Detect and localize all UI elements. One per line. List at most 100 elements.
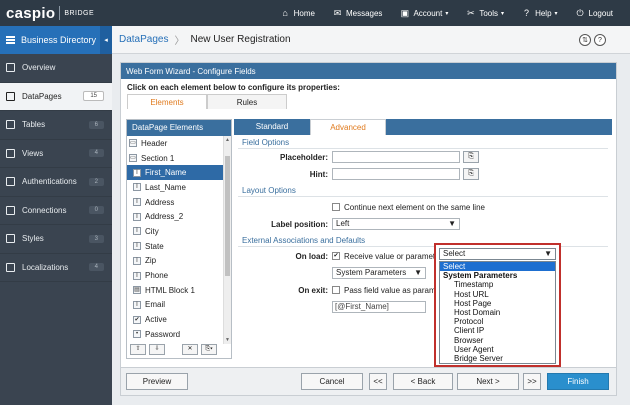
delete-element-button[interactable]: ✕ [182, 344, 198, 355]
scrollbar-thumb[interactable] [225, 156, 230, 276]
move-down-button[interactable]: ⇩ [149, 344, 165, 355]
sidebar-item-overview[interactable]: Overview [0, 54, 112, 83]
tab-standard[interactable]: Standard [234, 119, 310, 135]
parameter-select[interactable]: Select ▼ [439, 248, 556, 260]
move-up-button[interactable]: ⇧ [130, 344, 146, 355]
list-item[interactable]: • Password [127, 327, 223, 342]
sidebar-item-datapages[interactable]: DataPages 15 [0, 82, 112, 111]
element-label: Phone [145, 271, 169, 281]
back-button[interactable]: < Back [393, 373, 453, 390]
next-button[interactable]: Next > [457, 373, 519, 390]
count-badge: 4 [88, 149, 104, 158]
list-item[interactable]: I State [127, 239, 223, 254]
source-type-select[interactable]: System Parameters ▼ [332, 267, 426, 279]
tab-advanced[interactable]: Advanced [310, 119, 386, 135]
option-timestamp[interactable]: Timestamp [440, 280, 555, 289]
elements-scrollbar[interactable]: ▲ ▼ [223, 136, 231, 344]
sidebar-item-label: DataPages [22, 91, 62, 101]
sidebar-item-authentications[interactable]: Authentications 2 [0, 168, 112, 197]
label-position-label: Label position: [271, 219, 328, 229]
option-bridge-server[interactable]: Bridge Server [440, 354, 555, 363]
connections-icon [6, 205, 15, 215]
nav-messages[interactable]: ✉ Messages [324, 0, 391, 26]
finish-button[interactable]: Finish [547, 373, 609, 390]
label-position-select[interactable]: Left ▼ [332, 218, 460, 230]
label-position-value: Left [336, 219, 350, 228]
nav-messages-label: Messages [345, 8, 383, 18]
element-label: Header [141, 138, 168, 148]
top-nav: ⌂ Home ✉ Messages ▣ Account ▾ ✂ Tools ▾ … [272, 0, 622, 26]
option-host-domain[interactable]: Host Domain [440, 308, 555, 317]
sidebar-item-tables[interactable]: Tables 6 [0, 111, 112, 140]
sidebar-item-styles[interactable]: Styles 3 [0, 225, 112, 254]
list-item[interactable]: I Zip [127, 254, 223, 269]
option-browser[interactable]: Browser [440, 336, 555, 345]
preview-button[interactable]: Preview [126, 373, 188, 390]
option-host-page[interactable]: Host Page [440, 299, 555, 308]
list-item[interactable]: I Address [127, 195, 223, 210]
list-item[interactable]: I First_Name [127, 165, 223, 181]
list-item[interactable]: I Last_Name [127, 180, 223, 195]
sidebar-item-connections[interactable]: Connections 0 [0, 197, 112, 225]
account-icon: ▣ [400, 7, 410, 18]
insert-parameter-icon[interactable]: ⎘ [463, 168, 479, 180]
insert-parameter-icon[interactable]: ⎘ [463, 151, 479, 163]
list-item[interactable]: I Email [127, 298, 223, 313]
sync-icon[interactable]: ⇅ [579, 34, 591, 46]
parameter-name-input[interactable]: [@First_Name] [332, 301, 426, 313]
element-label: Zip [145, 256, 157, 266]
collapse-sidebar-button[interactable]: ◂ [100, 26, 112, 54]
nav-home-label: Home [293, 8, 315, 18]
hamburger-icon [6, 35, 15, 46]
tab-elements[interactable]: Elements [127, 94, 207, 109]
list-item[interactable]: ▤ HTML Block 1 [127, 283, 223, 298]
sidebar-item-localizations[interactable]: Localizations 4 [0, 254, 112, 282]
nav-tools[interactable]: ✂ Tools ▾ [457, 0, 513, 26]
hint-input[interactable] [332, 168, 460, 180]
continue-checkbox[interactable] [332, 203, 340, 211]
text-field-icon: I [133, 271, 141, 280]
option-protocol[interactable]: Protocol [440, 317, 555, 326]
on-exit-label: On exit: [298, 285, 328, 295]
nav-help-label: Help [535, 8, 552, 18]
sidebar-item-views[interactable]: Views 4 [0, 140, 112, 168]
tab-rules[interactable]: Rules [207, 94, 287, 109]
option-select[interactable]: Select [440, 262, 555, 272]
text-field-icon: I [133, 168, 141, 177]
top-bar: caspio BRIDGE ⌂ Home ✉ Messages ▣ Accoun… [0, 0, 630, 26]
breadcrumb-datapages-link[interactable]: DataPages [119, 34, 168, 45]
scroll-up-icon[interactable]: ▲ [225, 137, 230, 143]
elements-list: ▭ Header ▭ Section 1 I First_Name I Last_Nam… [127, 136, 223, 344]
chevron-down-icon: ▾ [554, 10, 558, 17]
nav-logout[interactable]: ⏻ Logout [567, 0, 622, 26]
element-label: Address_2 [145, 212, 184, 222]
last-step-button[interactable]: >> [523, 373, 541, 390]
receive-value-checkbox[interactable]: ✔ [332, 252, 340, 260]
sidebar-item-label: Authentications [22, 177, 77, 187]
list-item[interactable]: I Address_2 [127, 209, 223, 224]
cancel-button[interactable]: Cancel [301, 373, 363, 390]
sidebar-app-title[interactable]: Business Directory ◂ [0, 26, 112, 54]
option-user-agent[interactable]: User Agent [440, 345, 555, 354]
list-item[interactable]: I City [127, 224, 223, 239]
help-icon[interactable]: ? [594, 34, 606, 46]
option-host-url[interactable]: Host URL [440, 290, 555, 299]
caspio-logo[interactable]: caspio BRIDGE [6, 5, 94, 22]
continue-row: Continue next element on the same line [234, 200, 612, 214]
pass-value-checkbox[interactable] [332, 286, 340, 294]
element-label: City [145, 226, 159, 236]
nav-help[interactable]: ? Help ▾ [513, 0, 566, 26]
list-item[interactable]: ▭ Header [127, 136, 223, 151]
mail-icon: ✉ [333, 7, 342, 18]
placeholder-input[interactable] [332, 151, 460, 163]
nav-home[interactable]: ⌂ Home [272, 0, 324, 26]
list-item[interactable]: ✔ Active [127, 312, 223, 327]
chevron-down-icon: ▾ [445, 10, 449, 17]
list-item[interactable]: ▭ Section 1 [127, 151, 223, 166]
option-client-ip[interactable]: Client IP [440, 326, 555, 335]
insert-element-button[interactable]: ⎘▾ [201, 344, 217, 355]
nav-account[interactable]: ▣ Account ▾ [391, 0, 457, 26]
scroll-down-icon[interactable]: ▼ [225, 337, 230, 343]
list-item[interactable]: I Phone [127, 268, 223, 283]
first-step-button[interactable]: << [369, 373, 387, 390]
